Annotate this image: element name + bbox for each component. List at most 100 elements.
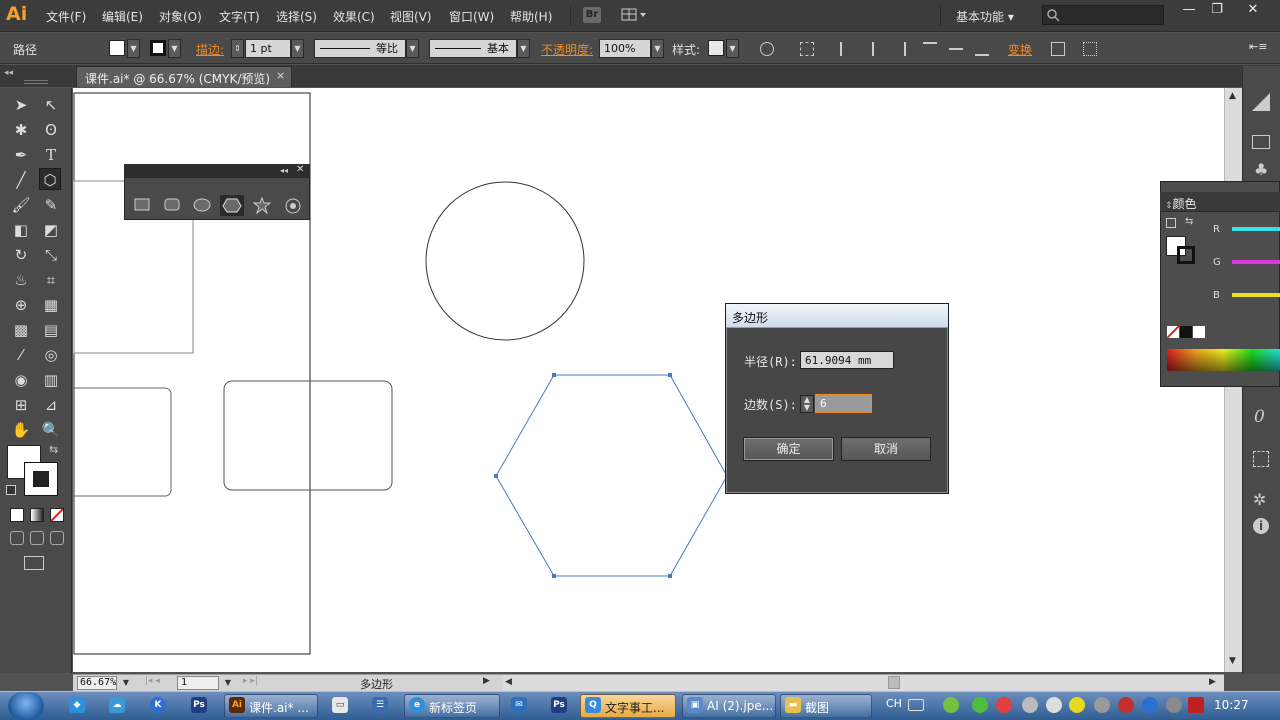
flyout-collapse-icon[interactable]: ◂◂: [280, 166, 288, 175]
stroke-color-swatch[interactable]: [150, 40, 166, 56]
status-menu-arrow[interactable]: ▶: [483, 676, 490, 686]
quicklaunch-photoshop-icon-2[interactable]: Ps: [551, 697, 567, 713]
blend-tool-icon[interactable]: ◎: [40, 344, 62, 366]
brush-dropdown-arrow[interactable]: ▼: [517, 39, 530, 58]
selection-tool-icon[interactable]: ➤: [10, 94, 32, 116]
tray-volume-icon[interactable]: [1046, 697, 1062, 713]
document-tab[interactable]: 课件.ai* @ 66.67% (CMYK/预览): [76, 66, 292, 87]
opacity-label[interactable]: 不透明度:: [541, 41, 593, 58]
brush-definition[interactable]: 基本: [429, 39, 517, 58]
artboard-tool-icon[interactable]: ⊞: [10, 394, 32, 416]
minimize-button[interactable]: —: [1174, 2, 1204, 18]
quicklaunch-doc-icon[interactable]: ▭: [332, 697, 348, 713]
polygon-tool-icon[interactable]: ⬡: [39, 168, 61, 190]
radius-input[interactable]: [800, 351, 894, 369]
start-button[interactable]: [8, 692, 44, 720]
eraser-tool-icon[interactable]: ◩: [40, 219, 62, 241]
quicklaunch-mail-icon[interactable]: ✉: [511, 697, 527, 713]
paintbrush-tool-icon[interactable]: 🖌: [10, 194, 32, 216]
column-graph-tool-icon[interactable]: ▥: [40, 369, 62, 391]
arrange-documents-icon[interactable]: [621, 7, 649, 23]
restore-button[interactable]: ❐: [1202, 2, 1232, 18]
toolbar-grip[interactable]: [24, 80, 48, 84]
menu-window[interactable]: 窗口(W): [449, 8, 494, 25]
opacity-dropdown-arrow[interactable]: ▼: [651, 39, 664, 58]
quicklaunch-k-icon[interactable]: K: [150, 697, 166, 713]
rounded-rectangle-shape[interactable]: [73, 387, 172, 497]
slice-tool-icon[interactable]: ⊿: [40, 394, 62, 416]
stroke-weight-dropdown[interactable]: ▼: [291, 39, 304, 58]
search-input[interactable]: [1062, 7, 1160, 23]
zoom-dropdown-arrow[interactable]: ▼: [119, 676, 133, 690]
close-tab-icon[interactable]: ×: [276, 69, 285, 82]
fill-color-swatch[interactable]: [109, 40, 125, 56]
rounded-rectangle-tool-icon[interactable]: [164, 198, 180, 211]
tray-battery-icon[interactable]: [943, 697, 959, 713]
stroke-weight-stepper[interactable]: ⇕: [231, 39, 244, 58]
menu-view[interactable]: 视图(V): [390, 8, 432, 25]
quicklaunch-browser-icon[interactable]: ☁: [109, 697, 125, 713]
align-top-icon[interactable]: [923, 42, 937, 56]
appearance-icon[interactable]: ✲: [1253, 490, 1266, 509]
tray-plus-icon[interactable]: [1069, 697, 1085, 713]
eyedropper-tool-icon[interactable]: ⁄: [10, 344, 32, 366]
input-language-indicator[interactable]: CH: [886, 697, 902, 710]
panel-toggle-icon[interactable]: ⇕: [1165, 201, 1173, 211]
lasso-tool-icon[interactable]: ʘ: [40, 119, 62, 141]
draw-behind-icon[interactable]: [30, 531, 44, 545]
style-dropdown-arrow[interactable]: ▼: [726, 39, 739, 58]
fill-stroke-mini-icon[interactable]: [1166, 218, 1176, 228]
align-to-icon[interactable]: [800, 42, 814, 56]
opacity-field[interactable]: 100%: [599, 39, 651, 58]
cancel-button[interactable]: 取消: [841, 437, 931, 461]
gradient-tool-icon[interactable]: ▤: [40, 319, 62, 341]
quicklaunch-list-icon[interactable]: ☰: [372, 697, 388, 713]
zoom-tool-icon[interactable]: 🔍: [40, 419, 62, 441]
quicklaunch-app-icon[interactable]: ◆: [69, 697, 85, 713]
collapse-panel-icon[interactable]: ◂◂: [4, 68, 13, 78]
menu-help[interactable]: 帮助(H): [510, 8, 552, 25]
pencil-tool-icon[interactable]: ✎: [40, 194, 62, 216]
graphic-style-swatch[interactable]: [708, 40, 724, 56]
channel-r-slider[interactable]: [1232, 227, 1280, 231]
align-bottom-icon[interactable]: [975, 42, 989, 56]
flyout-close-icon[interactable]: ✕: [296, 164, 304, 175]
symbol-sprayer-tool-icon[interactable]: ◉: [10, 369, 32, 391]
clock[interactable]: 10:27: [1214, 698, 1249, 712]
magic-wand-tool-icon[interactable]: ✱: [10, 119, 32, 141]
blob-brush-tool-icon[interactable]: ◧: [10, 219, 32, 241]
tray-device-icon[interactable]: [1094, 697, 1110, 713]
shape-builder-tool-icon[interactable]: ⊕: [10, 294, 32, 316]
profile-dropdown-arrow[interactable]: ▼: [406, 39, 419, 58]
artboard-number-field[interactable]: 1: [177, 676, 219, 690]
tray-qq-icon[interactable]: [996, 697, 1012, 713]
isolate-icon[interactable]: [1051, 42, 1065, 56]
swap-fill-stroke-icon[interactable]: ⇆: [49, 443, 58, 456]
fill-dropdown-arrow[interactable]: ▼: [127, 39, 140, 58]
symbols-icon[interactable]: ♣: [1254, 160, 1268, 179]
menu-object[interactable]: 对象(O): [159, 8, 202, 25]
swatches-icon[interactable]: [1252, 135, 1270, 149]
stroke-weight-field[interactable]: 1 pt: [245, 39, 291, 58]
swap-mini-icon[interactable]: ⇆: [1185, 216, 1193, 227]
none-color-chip[interactable]: [1167, 326, 1179, 338]
artboard-dropdown-arrow[interactable]: ▼: [222, 676, 234, 690]
draw-normal-icon[interactable]: [10, 531, 24, 545]
menu-edit[interactable]: 编辑(E): [102, 8, 143, 25]
tray-security-icon[interactable]: [1118, 697, 1134, 713]
screen-mode-icon[interactable]: [24, 556, 44, 570]
ok-button[interactable]: 确定: [743, 437, 834, 461]
workspace-switcher[interactable]: 基本功能 ▾: [948, 5, 1030, 26]
gradient-mode-icon[interactable]: [30, 508, 44, 522]
info-icon[interactable]: i: [1253, 518, 1269, 534]
tray-k-icon[interactable]: [1142, 697, 1158, 713]
rectangle-tool-icon[interactable]: [134, 198, 150, 211]
menu-effect[interactable]: 效果(C): [333, 8, 375, 25]
keyboard-icon[interactable]: [908, 699, 924, 711]
rounded-rectangle-shape[interactable]: [223, 380, 393, 491]
quicklaunch-photoshop-icon[interactable]: Ps: [191, 697, 207, 713]
stroke-label[interactable]: 描边:: [196, 41, 224, 58]
tray-adobe-icon[interactable]: [1188, 697, 1204, 713]
panel-menu-icon[interactable]: ⇤≡: [1249, 40, 1267, 53]
black-color-chip[interactable]: [1180, 326, 1192, 338]
